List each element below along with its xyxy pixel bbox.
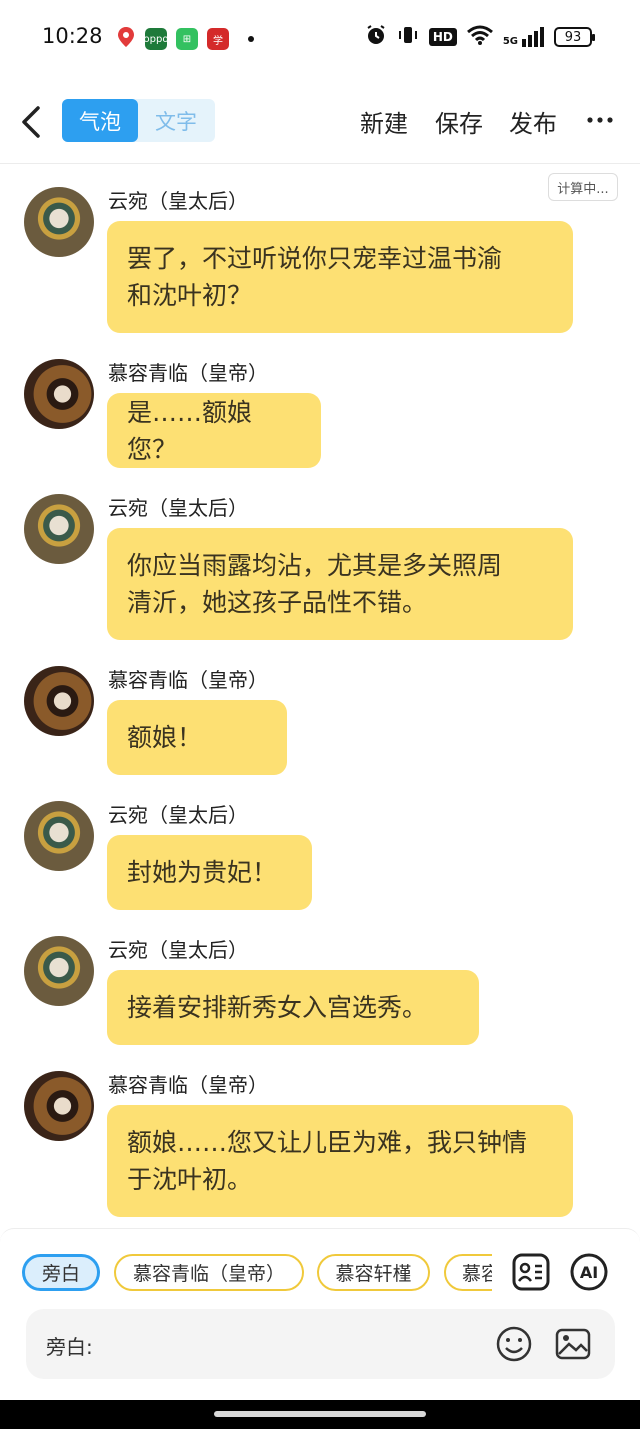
message-text: 接着安排新秀女入宫选秀。 [127, 993, 428, 1022]
speaker-name: 慕容青临（皇帝） [108, 361, 268, 385]
network-type: 5G [502, 36, 518, 47]
role-chip-partial[interactable]: 慕容 [444, 1254, 492, 1291]
speaker-name: 慕容青临（皇帝） [108, 668, 268, 692]
speaker-name: 云宛（皇太后） [108, 189, 248, 213]
wifi-icon [466, 25, 493, 49]
header-divider [0, 163, 640, 164]
navigation-bar [0, 1400, 640, 1429]
character-card-icon[interactable] [511, 1252, 551, 1292]
notification-icons: oppo ⊞ 学 [116, 26, 254, 52]
avatar[interactable] [24, 801, 94, 871]
system-status-icons: HD 5G 93 [365, 24, 595, 50]
message-text: 额娘！ [127, 723, 203, 752]
message-bubble[interactable]: 封她为贵妃！ [107, 835, 312, 910]
avatar[interactable] [24, 666, 94, 736]
message-bubble[interactable]: 额娘……您又让儿臣为难，我只钟情 于沈叶初。 [107, 1105, 573, 1217]
avatar[interactable] [24, 494, 94, 564]
green-app-icon: ⊞ [176, 28, 198, 50]
more-horizontal-icon[interactable] [586, 106, 614, 140]
save-button[interactable]: 保存 [435, 104, 483, 139]
hd-icon: HD [428, 28, 457, 46]
tab-text[interactable]: 文字 [138, 99, 214, 142]
image-icon[interactable] [554, 1325, 592, 1363]
speaker-name: 云宛（皇太后） [108, 803, 248, 827]
message-text: 额娘……您又让儿臣为难，我只钟情 于沈叶初。 [127, 1128, 528, 1194]
role-chip-narrator[interactable]: 旁白 [22, 1254, 100, 1291]
alarm-icon [365, 24, 387, 50]
speaker-name: 慕容青临（皇帝） [108, 1073, 268, 1097]
avatar[interactable] [24, 359, 94, 429]
message-bubble[interactable]: 是……额娘您？ [107, 393, 321, 468]
top-bar: 气泡 文字 新建 保存 发布 [0, 90, 640, 154]
message-bubble[interactable]: 罢了，不过听说你只宠幸过温书渝 和沈叶初？ [107, 221, 573, 333]
signal-icon: 5G [503, 27, 544, 47]
message-text: 是……额娘您？ [127, 397, 253, 464]
composer-panel: 旁白 慕容青临（皇帝） 慕容轩槿 慕容 AI 旁白: [0, 1228, 640, 1400]
avatar[interactable] [24, 936, 94, 1006]
speaker-name: 云宛（皇太后） [108, 496, 248, 520]
avatar[interactable] [24, 1071, 94, 1141]
red-app-icon: 学 [207, 28, 229, 50]
message-bubble[interactable]: 额娘！ [107, 700, 287, 775]
role-selector: 旁白 慕容青临（皇帝） 慕容轩槿 慕容 [20, 1253, 492, 1293]
role-chip-murong-xuanjin[interactable]: 慕容轩槿 [317, 1254, 430, 1291]
tab-bubble[interactable]: 气泡 [62, 99, 138, 142]
message-text: 封她为贵妃！ [127, 858, 278, 887]
status-bar: 10:28 oppo ⊞ 学 HD 5G 93 [0, 0, 640, 72]
status-badge: 计算中... [548, 173, 618, 201]
avatar[interactable] [24, 187, 94, 257]
status-time: 10:28 [42, 24, 103, 48]
chevron-left-icon[interactable] [16, 102, 48, 142]
battery-indicator: 93 [554, 27, 595, 47]
ai-button[interactable]: AI [569, 1252, 609, 1292]
message-bubble[interactable]: 你应当雨露均沾，尤其是多关照周 清沂，她这孩子品性不错。 [107, 528, 573, 640]
new-button[interactable]: 新建 [360, 104, 408, 139]
input-role-label: 旁白: [46, 1335, 93, 1359]
home-gesture-handle[interactable] [214, 1411, 426, 1417]
publish-button[interactable]: 发布 [509, 104, 557, 139]
location-pin-icon [116, 26, 136, 52]
message-bubble[interactable]: 接着安排新秀女入宫选秀。 [107, 970, 479, 1045]
view-mode-tabs: 气泡 文字 [62, 99, 215, 142]
ai-label: AI [579, 1262, 599, 1282]
message-text: 你应当雨露均沾，尤其是多关照周 清沂，她这孩子品性不错。 [127, 551, 503, 617]
role-chip-emperor[interactable]: 慕容青临（皇帝） [114, 1254, 304, 1291]
message-text: 罢了，不过听说你只宠幸过温书渝 和沈叶初？ [127, 244, 503, 310]
message-input[interactable]: 旁白: [26, 1309, 615, 1379]
oppo-app-icon: oppo [144, 28, 168, 50]
vibrate-icon [397, 24, 419, 50]
speaker-name: 云宛（皇太后） [108, 938, 248, 962]
emoji-icon[interactable] [495, 1325, 533, 1363]
more-notifications-dot [248, 36, 254, 42]
